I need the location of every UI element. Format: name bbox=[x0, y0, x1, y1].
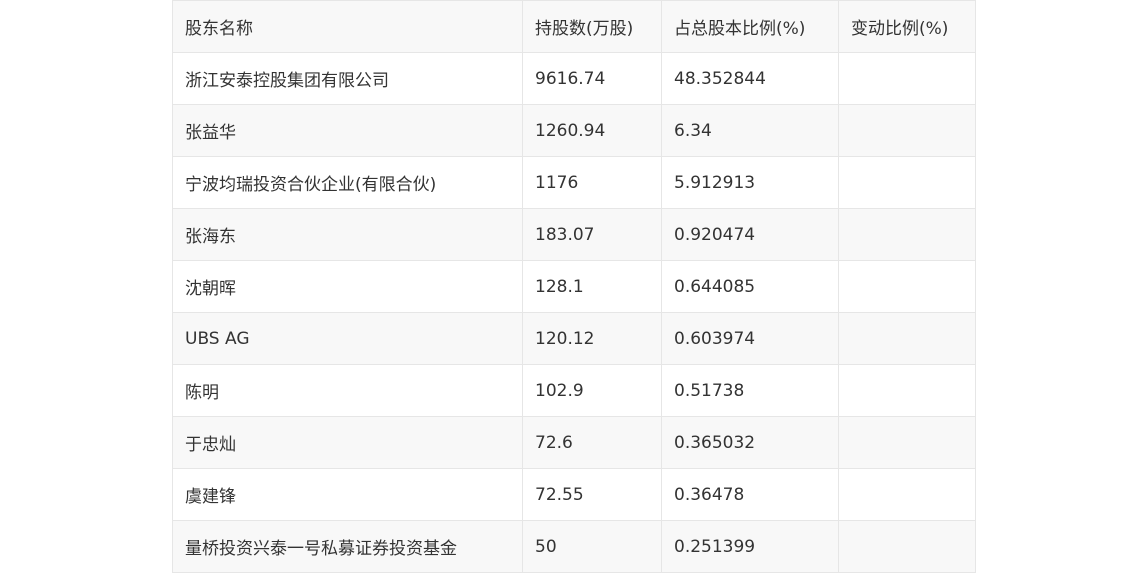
table-header-row: 股东名称 持股数(万股) 占总股本比例(%) 变动比例(%) bbox=[172, 0, 976, 53]
cell-change-ratio bbox=[838, 468, 976, 521]
cell-change-ratio bbox=[838, 208, 976, 261]
cell-shares-held: 183.07 bbox=[522, 208, 662, 261]
header-change-ratio: 变动比例(%) bbox=[838, 0, 976, 53]
cell-share-ratio: 0.920474 bbox=[661, 208, 839, 261]
cell-shareholder-name: 张海东 bbox=[172, 208, 523, 261]
cell-change-ratio bbox=[838, 260, 976, 313]
cell-share-ratio: 5.912913 bbox=[661, 156, 839, 209]
cell-shares-held: 72.6 bbox=[522, 416, 662, 469]
cell-share-ratio: 0.251399 bbox=[661, 520, 839, 573]
table-row: 沈朝晖 128.1 0.644085 bbox=[172, 260, 976, 313]
cell-change-ratio bbox=[838, 52, 976, 105]
table-row: 宁波均瑞投资合伙企业(有限合伙) 1176 5.912913 bbox=[172, 156, 976, 209]
cell-change-ratio bbox=[838, 364, 976, 417]
cell-shareholder-name: UBS AG bbox=[172, 312, 523, 365]
shareholder-table: 股东名称 持股数(万股) 占总股本比例(%) 变动比例(%) 浙江安泰控股集团有… bbox=[172, 0, 976, 573]
cell-shareholder-name: 浙江安泰控股集团有限公司 bbox=[172, 52, 523, 105]
cell-shareholder-name: 陈明 bbox=[172, 364, 523, 417]
table-row: UBS AG 120.12 0.603974 bbox=[172, 312, 976, 365]
shareholder-table-container: 股东名称 持股数(万股) 占总股本比例(%) 变动比例(%) 浙江安泰控股集团有… bbox=[172, 0, 976, 573]
cell-share-ratio: 0.644085 bbox=[661, 260, 839, 313]
table-row: 于忠灿 72.6 0.365032 bbox=[172, 416, 976, 469]
cell-shares-held: 1260.94 bbox=[522, 104, 662, 157]
cell-change-ratio bbox=[838, 156, 976, 209]
table-row: 虞建锋 72.55 0.36478 bbox=[172, 468, 976, 521]
table-row: 张益华 1260.94 6.34 bbox=[172, 104, 976, 157]
cell-change-ratio bbox=[838, 416, 976, 469]
cell-change-ratio bbox=[838, 312, 976, 365]
cell-shareholder-name: 宁波均瑞投资合伙企业(有限合伙) bbox=[172, 156, 523, 209]
header-share-ratio: 占总股本比例(%) bbox=[661, 0, 839, 53]
cell-shares-held: 120.12 bbox=[522, 312, 662, 365]
header-shareholder-name: 股东名称 bbox=[172, 0, 523, 53]
cell-shareholder-name: 量桥投资兴泰一号私募证券投资基金 bbox=[172, 520, 523, 573]
cell-share-ratio: 0.603974 bbox=[661, 312, 839, 365]
cell-share-ratio: 48.352844 bbox=[661, 52, 839, 105]
cell-share-ratio: 0.51738 bbox=[661, 364, 839, 417]
cell-shares-held: 72.55 bbox=[522, 468, 662, 521]
cell-shareholder-name: 于忠灿 bbox=[172, 416, 523, 469]
cell-shareholder-name: 沈朝晖 bbox=[172, 260, 523, 313]
cell-shares-held: 128.1 bbox=[522, 260, 662, 313]
cell-change-ratio bbox=[838, 104, 976, 157]
table-row: 张海东 183.07 0.920474 bbox=[172, 208, 976, 261]
cell-shares-held: 50 bbox=[522, 520, 662, 573]
cell-shareholder-name: 虞建锋 bbox=[172, 468, 523, 521]
cell-share-ratio: 0.36478 bbox=[661, 468, 839, 521]
cell-shareholder-name: 张益华 bbox=[172, 104, 523, 157]
cell-shares-held: 9616.74 bbox=[522, 52, 662, 105]
cell-share-ratio: 0.365032 bbox=[661, 416, 839, 469]
header-shares-held: 持股数(万股) bbox=[522, 0, 662, 53]
table-row: 量桥投资兴泰一号私募证券投资基金 50 0.251399 bbox=[172, 520, 976, 573]
cell-shares-held: 1176 bbox=[522, 156, 662, 209]
table-row: 陈明 102.9 0.51738 bbox=[172, 364, 976, 417]
cell-share-ratio: 6.34 bbox=[661, 104, 839, 157]
cell-change-ratio bbox=[838, 520, 976, 573]
table-row: 浙江安泰控股集团有限公司 9616.74 48.352844 bbox=[172, 52, 976, 105]
cell-shares-held: 102.9 bbox=[522, 364, 662, 417]
